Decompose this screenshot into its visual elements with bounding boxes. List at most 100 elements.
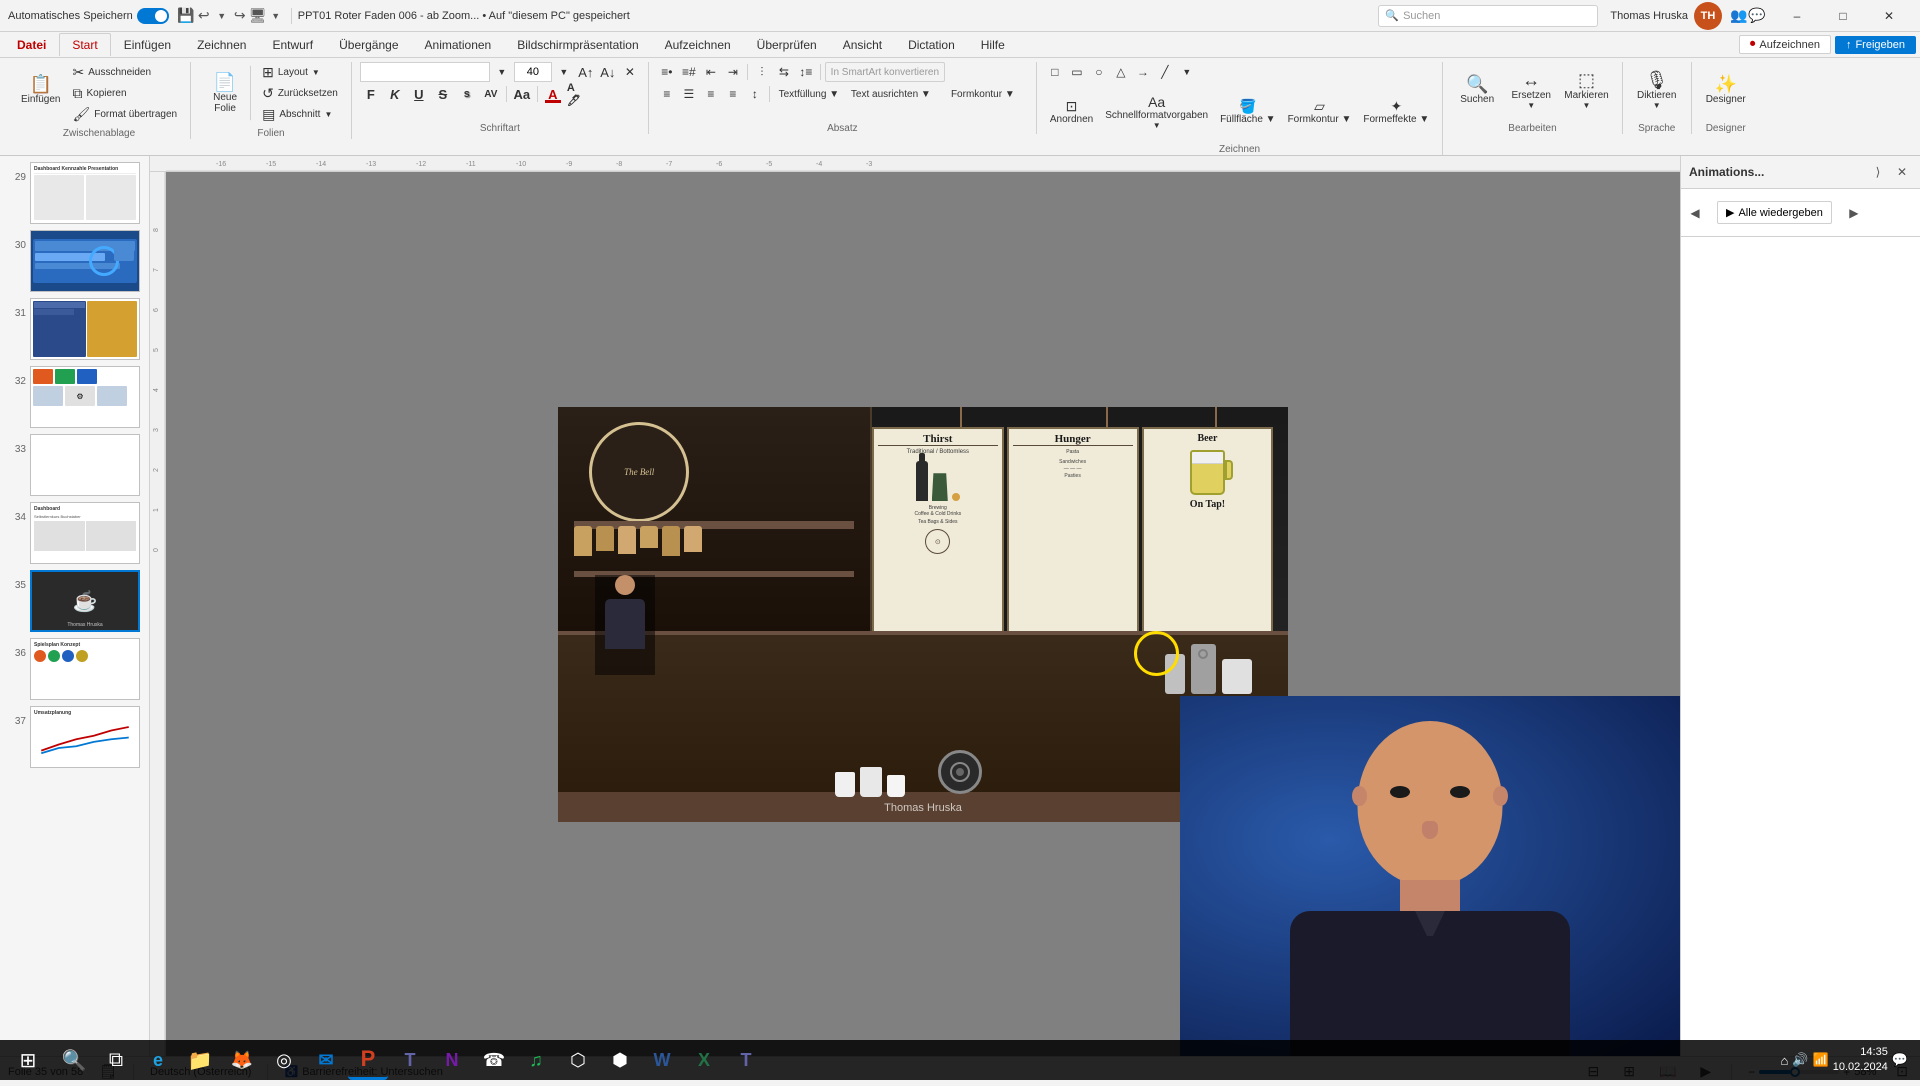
tab-aufzeichnen[interactable]: Aufzeichnen	[652, 33, 744, 56]
taskbar-phone[interactable]: ☎	[474, 1040, 514, 1080]
taskbar-word[interactable]: W	[642, 1040, 682, 1080]
copy-button[interactable]: ⧉ Kopieren	[67, 83, 182, 103]
tray-icon-1[interactable]: ⌂	[1781, 1040, 1789, 1080]
shadow-button[interactable]: s	[456, 84, 478, 104]
text-direction-button[interactable]: ⇆	[774, 62, 794, 82]
taskbar-spotify[interactable]: ♫	[516, 1040, 556, 1080]
tab-start[interactable]: Start	[59, 33, 110, 56]
search-bar[interactable]: 🔍 Suchen	[1378, 5, 1598, 27]
slide-thumb-31[interactable]: 31	[4, 296, 145, 362]
slide-thumb-36[interactable]: 36 Spielsplan Konzept	[4, 636, 145, 702]
taskbar-taskview[interactable]: ⧉	[96, 1040, 136, 1080]
find-button[interactable]: 🔍 Suchen	[1451, 62, 1503, 118]
select-button[interactable]: ⬚ Markieren ▼	[1559, 62, 1613, 118]
align-center-button[interactable]: ☰	[679, 84, 699, 104]
clear-format-button[interactable]: ✕	[620, 62, 640, 82]
taskbar-excel[interactable]: X	[684, 1040, 724, 1080]
paste-button[interactable]: 📋 Einfügen	[16, 62, 65, 118]
shape-triangle[interactable]: △	[1111, 62, 1131, 82]
panel-close-button[interactable]: ✕	[1892, 162, 1912, 182]
taskbar-edge[interactable]: e	[138, 1040, 178, 1080]
text-outline-button[interactable]: Text ausrichten ▼	[846, 84, 936, 104]
close-button[interactable]: ✕	[1866, 0, 1912, 32]
align-text-button[interactable]: ↕≡	[796, 62, 816, 82]
taskbar-chrome[interactable]: ◎	[264, 1040, 304, 1080]
shape-line[interactable]: ╱	[1155, 62, 1175, 82]
maximize-button[interactable]: □	[1820, 0, 1866, 32]
bullets-button[interactable]: ≡•	[657, 62, 677, 82]
freigeben-button[interactable]: ↑ Freigeben	[1835, 36, 1916, 54]
tab-ueberpruefen[interactable]: Überprüfen	[744, 33, 830, 56]
comments-icon[interactable]: 💬	[1748, 7, 1766, 25]
taskbar-outlook[interactable]: ✉	[306, 1040, 346, 1080]
underline-button[interactable]: U	[408, 84, 430, 104]
tab-ansicht[interactable]: Ansicht	[830, 33, 895, 56]
slide-thumb-30[interactable]: 30	[4, 228, 145, 294]
customize-icon[interactable]: ▼	[267, 7, 285, 25]
format-copy-button[interactable]: 🖌 Format übertragen	[67, 104, 182, 124]
font-name-input[interactable]	[360, 62, 490, 82]
undo-dropdown-icon[interactable]: ▼	[213, 7, 231, 25]
slide-thumb-35[interactable]: 35 ☕ Thomas Hruska	[4, 568, 145, 634]
autosave-toggle[interactable]	[137, 8, 169, 24]
taskbar-start[interactable]: ⊞	[4, 1040, 52, 1080]
slide-thumb-37[interactable]: 37 Umsatzplanung	[4, 704, 145, 770]
save-icon[interactable]: 💾	[177, 7, 195, 25]
tray-network[interactable]: 📶	[1813, 1040, 1829, 1080]
replace-button[interactable]: ↔ Ersetzen ▼	[1505, 62, 1557, 118]
taskbar-app4[interactable]: ⬢	[600, 1040, 640, 1080]
share-icon[interactable]: 👥	[1730, 7, 1748, 25]
strikethrough-button[interactable]: S	[432, 84, 454, 104]
tab-entwurf[interactable]: Entwurf	[259, 33, 326, 56]
play-next-button[interactable]: ▶	[1844, 203, 1864, 223]
numbered-button[interactable]: ≡#	[679, 62, 699, 82]
slide-thumb-34[interactable]: 34 Dashboard Selbstlernkurs Buchstaber	[4, 500, 145, 566]
taskbar-explorer[interactable]: 📁	[180, 1040, 220, 1080]
slide-thumb-29[interactable]: 29 Dashboard Kennzahle Presentation	[4, 160, 145, 226]
tab-animationen[interactable]: Animationen	[412, 33, 505, 56]
redo-icon[interactable]: ↪	[231, 7, 249, 25]
cut-button[interactable]: ✂ Ausschneiden	[67, 62, 182, 82]
reset-button[interactable]: ↺ Zurücksetzen	[257, 83, 343, 103]
font-size-dropdown[interactable]: ▼	[554, 62, 574, 82]
font-color-button[interactable]: A	[542, 84, 564, 104]
shapes-more[interactable]: ▼	[1177, 62, 1197, 82]
slide-canvas[interactable]: The Bell	[558, 407, 1288, 822]
char-spacing-button[interactable]: AV	[480, 84, 502, 104]
form-outline-button[interactable]: ▱ Formkontur ▼	[1283, 96, 1357, 128]
tab-einfuegen[interactable]: Einfügen	[111, 33, 184, 56]
decrease-indent-button[interactable]: ⇤	[701, 62, 721, 82]
section-button[interactable]: ▤ Abschnitt ▼	[257, 104, 343, 124]
align-right-button[interactable]: ≡	[701, 84, 721, 104]
taskbar-powerpoint[interactable]: P	[348, 1040, 388, 1080]
minimize-button[interactable]: –	[1774, 0, 1820, 32]
shape-roundrect[interactable]: ▭	[1067, 62, 1087, 82]
font-size-input[interactable]	[514, 62, 552, 82]
tab-uebergaenge[interactable]: Übergänge	[326, 33, 411, 56]
highlight-color-button[interactable]: A🖊	[566, 84, 588, 104]
tab-datei[interactable]: Datei	[4, 33, 59, 56]
dictate-button[interactable]: 🎙 Diktieren ▼	[1631, 62, 1683, 118]
increase-indent-button[interactable]: ⇥	[723, 62, 743, 82]
tray-notification[interactable]: 💬	[1892, 1040, 1908, 1080]
shape-arrow[interactable]: →	[1133, 62, 1153, 82]
bold-button[interactable]: F	[360, 84, 382, 104]
arrange-button[interactable]: ⊡ Anordnen	[1045, 84, 1098, 140]
taskbar-teams[interactable]: T	[390, 1040, 430, 1080]
aufzeichnen-button[interactable]: ⏺ Aufzeichnen	[1739, 35, 1831, 54]
designer-button[interactable]: ✨ Designer	[1700, 62, 1752, 118]
layout-button[interactable]: ⊞ Layout ▼	[257, 62, 343, 82]
taskbar-teams2[interactable]: T	[726, 1040, 766, 1080]
taskbar-firefox[interactable]: 🦊	[222, 1040, 262, 1080]
shape-circle[interactable]: ○	[1089, 62, 1109, 82]
slide-thumb-33[interactable]: 33	[4, 432, 145, 498]
smartart-convert-button[interactable]: In SmartArt konvertieren	[825, 62, 945, 82]
italic-button[interactable]: K	[384, 84, 406, 104]
taskbar-search[interactable]: 🔍	[54, 1040, 94, 1080]
canvas-area[interactable]: -16 -15 -14 -13 -12 -11 -10 -9 -8 -7 -6 …	[150, 156, 1680, 1056]
text-effect-button[interactable]: Formkontur ▼	[938, 84, 1028, 104]
user-avatar[interactable]: TH	[1694, 2, 1722, 30]
align-left-button[interactable]: ≡	[657, 84, 677, 104]
columns-button[interactable]: ⫶	[752, 62, 772, 82]
justify-button[interactable]: ≡	[723, 84, 743, 104]
